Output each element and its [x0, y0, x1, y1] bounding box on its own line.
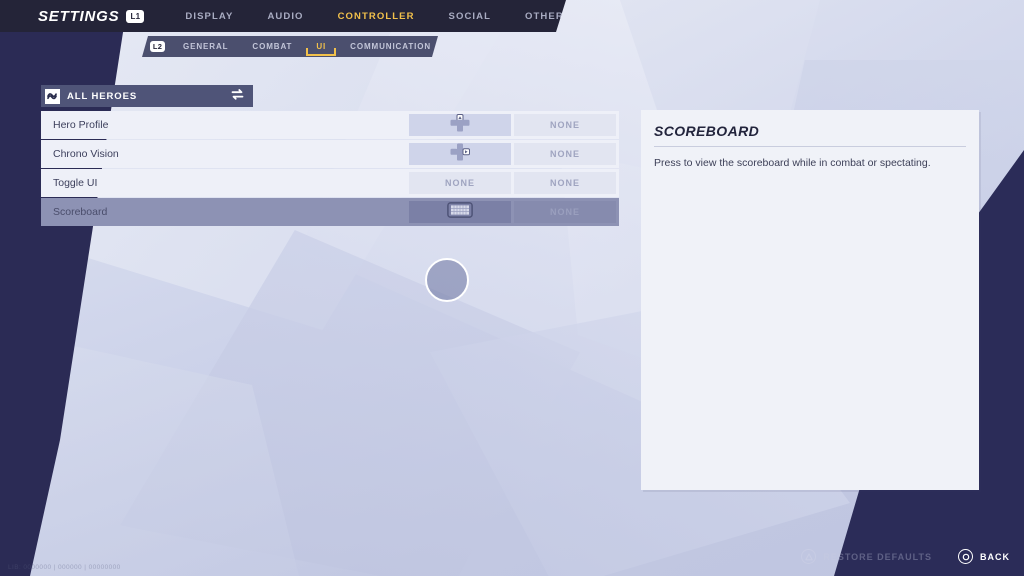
setting-label: Toggle UI [53, 177, 98, 189]
tab-display[interactable]: DISPLAY [168, 11, 250, 22]
row-bindings: NONE [409, 140, 619, 168]
row-bindings: NONE NONE [409, 169, 619, 197]
table-row[interactable]: Chrono Vision NONE [41, 140, 619, 168]
binding-value: NONE [549, 149, 580, 159]
top-navigation-bar: SETTINGS L1 DISPLAY AUDIO CONTROLLER SOC… [0, 0, 566, 32]
tab-audio[interactable]: AUDIO [250, 11, 320, 22]
tab-social[interactable]: SOCIAL [432, 11, 509, 22]
binding-value: NONE [549, 207, 580, 217]
subtab-ui[interactable]: UI [304, 36, 338, 57]
info-panel-title: SCOREBOARD [654, 123, 760, 139]
table-row[interactable]: Hero Profile NONE [41, 111, 619, 139]
back-label: BACK [980, 551, 1010, 562]
l1-badge: L1 [126, 9, 145, 23]
row-bindings: NONE [409, 198, 619, 226]
restore-defaults-button[interactable]: RESTORE DEFAULTS [801, 549, 932, 564]
binding-value: NONE [444, 178, 475, 188]
setting-label: Chrono Vision [53, 148, 119, 160]
ps-triangle-icon [801, 549, 817, 564]
cursor-reticle [425, 258, 469, 302]
hero-glyph-icon [45, 88, 60, 104]
primary-binding-button[interactable]: NONE [409, 172, 511, 194]
page-title: SETTINGS [38, 7, 120, 25]
tab-controller[interactable]: CONTROLLER [321, 11, 432, 22]
sub-nav-items: GENERAL COMBAT UI COMMUNICATION [171, 36, 438, 57]
restore-defaults-label: RESTORE DEFAULTS [823, 551, 932, 562]
footer-actions: RESTORE DEFAULTS BACK [801, 549, 1010, 564]
subtab-communication[interactable]: COMMUNICATION [338, 36, 438, 57]
l2-badge: L2 [150, 41, 165, 52]
sub-navigation-bar: L2 GENERAL COMBAT UI COMMUNICATION R2 [142, 36, 438, 57]
dpad-up-icon [450, 113, 470, 137]
table-row[interactable]: Scoreboard NONE [41, 198, 619, 226]
secondary-binding-button[interactable]: NONE [514, 201, 616, 223]
swap-arrows-icon[interactable] [231, 87, 244, 105]
secondary-binding-button[interactable]: NONE [514, 114, 616, 136]
subtab-ui-label: UI [316, 42, 327, 51]
divider [654, 146, 966, 147]
primary-binding-button[interactable] [409, 201, 511, 223]
secondary-binding-button[interactable]: NONE [514, 143, 616, 165]
dpad-right-icon [450, 143, 470, 166]
build-info: LIB: 0000000 | 000000 | 00000000 [8, 564, 121, 571]
info-panel-description: Press to view the scoreboard while in co… [654, 157, 931, 169]
hero-selector-label: ALL HEROES [67, 90, 138, 102]
row-bindings: NONE [409, 111, 619, 139]
settings-list: Hero Profile NONE Chrono Vision NONE Tog… [41, 111, 619, 227]
setting-label: Scoreboard [53, 206, 108, 218]
secondary-binding-button[interactable]: NONE [514, 172, 616, 194]
touchpad-icon [447, 201, 473, 223]
settings-screen: SETTINGS L1 DISPLAY AUDIO CONTROLLER SOC… [0, 0, 1024, 576]
primary-binding-button[interactable] [409, 113, 511, 137]
binding-value: NONE [549, 178, 580, 188]
hero-selector[interactable]: ALL HEROES [41, 85, 253, 107]
ps-circle-icon [958, 549, 973, 564]
table-row[interactable]: Toggle UI NONE NONE [41, 169, 619, 197]
binding-value: NONE [549, 120, 580, 130]
back-button[interactable]: BACK [958, 549, 1010, 564]
primary-binding-button[interactable] [409, 143, 511, 165]
info-panel: SCOREBOARD Press to view the scoreboard … [641, 110, 979, 490]
subtab-general[interactable]: GENERAL [171, 36, 240, 57]
subtab-combat[interactable]: COMBAT [240, 36, 304, 57]
active-underline [306, 54, 337, 56]
setting-label: Hero Profile [53, 119, 109, 131]
